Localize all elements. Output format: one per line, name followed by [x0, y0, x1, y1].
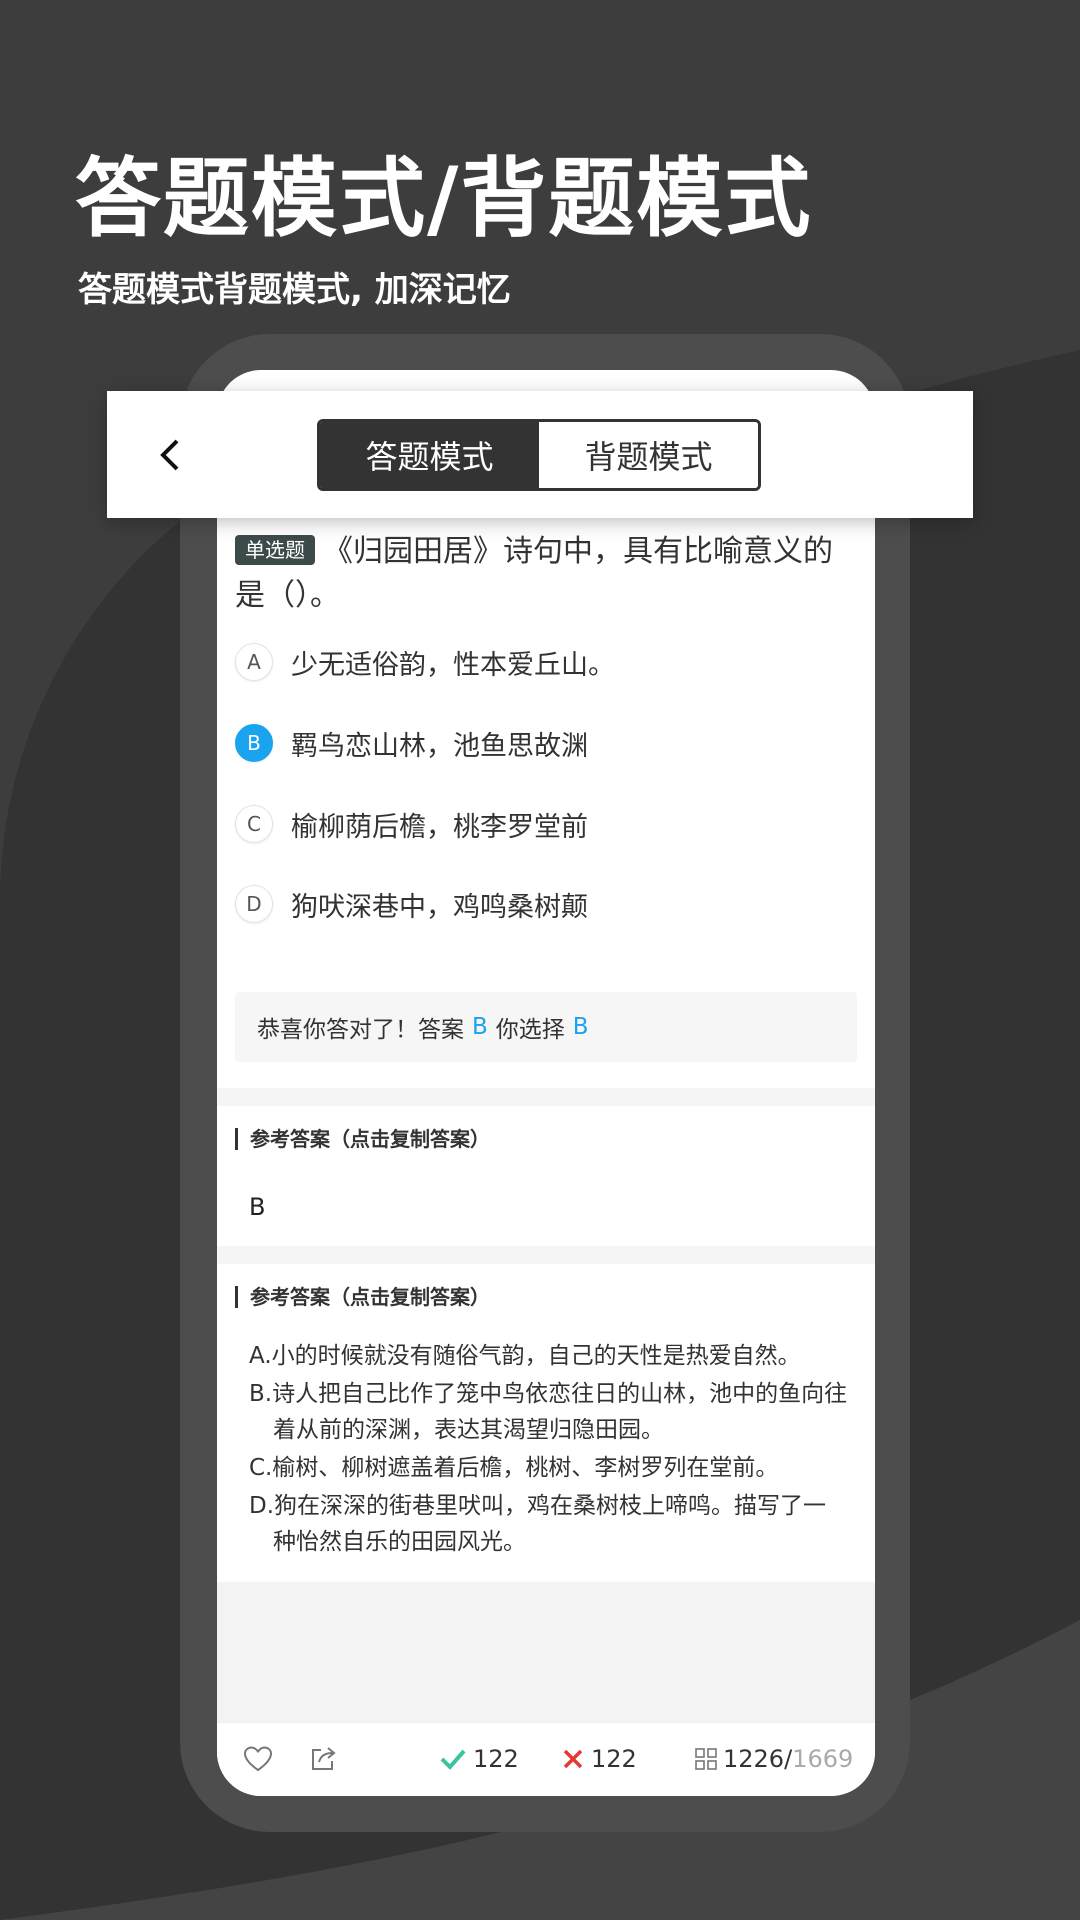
heart-icon [243, 1746, 273, 1772]
result-prefix: 恭喜你答对了！答案 [257, 1017, 464, 1043]
wrong-count: 122 [561, 1741, 637, 1777]
question-type-badge: 单选题 [235, 535, 315, 565]
favorite-button[interactable] [243, 1741, 273, 1777]
grid-icon [695, 1748, 717, 1770]
phone-screen: 单选题 《归园田居》诗句中，具有比喻意义的是（）。 A 少无适俗韵，性本爱丘山。 … [217, 370, 875, 1796]
option-text: 羁鸟恋山林，池鱼思故渊 [291, 730, 588, 762]
mode-switch: 答题模式 背题模式 [317, 419, 761, 491]
result-message: 恭喜你答对了！答案 B 你选择 B [235, 992, 857, 1062]
progress-total: 1669 [792, 1745, 854, 1773]
analysis-line: C.榆树、柳树遮盖着后檐，桃树、李树罗列在堂前。 [249, 1455, 779, 1481]
question-text-block: 单选题 《归园田居》诗句中，具有比喻意义的是（）。 [217, 530, 875, 618]
progress-indicator[interactable]: 1226/1669 [695, 1741, 853, 1777]
question-text: 《归园田居》诗句中，具有比喻意义的是（）。 [235, 534, 833, 613]
share-icon [312, 1747, 336, 1770]
tab-answer-mode[interactable]: 答题模式 [320, 422, 539, 488]
option-text: 少无适俗韵，性本爱丘山。 [291, 649, 615, 681]
option-b[interactable]: B 羁鸟恋山林，池鱼思故渊 [235, 723, 588, 763]
analysis-line: D.狗在深深的街巷里吠叫，鸡在桑树枝上啼鸣。描写了一种怡然自乐的田园风光。 [249, 1493, 827, 1555]
result-middle: 你选择 [495, 1017, 565, 1043]
section-divider [217, 1088, 875, 1106]
option-c[interactable]: C 榆柳荫后檐，桃李罗堂前 [235, 804, 588, 844]
result-answer: B [472, 1014, 488, 1040]
content-footer-spacer [217, 1582, 875, 1722]
back-button[interactable] [147, 431, 195, 479]
progress-current: 1226 [723, 1745, 785, 1773]
option-letter-circle: C [235, 805, 273, 843]
check-icon [440, 1749, 466, 1770]
analysis-line: B.诗人把自己比作了笼中鸟依恋往日的山林，池中的鱼向往着从前的深渊，表达其渴望归… [249, 1381, 848, 1443]
close-icon [563, 1749, 583, 1769]
question-area: 单选题 《归园田居》诗句中，具有比喻意义的是（）。 [217, 530, 875, 618]
correct-count: 122 [439, 1741, 519, 1777]
bottom-toolbar: 122 122 1226/1669 [217, 1722, 875, 1796]
mode-topbar: 答题模式 背题模式 [107, 391, 973, 518]
analysis-line: A.小的时候就没有随俗气韵，自己的天性是热爱自然。 [249, 1343, 801, 1369]
analysis-title[interactable]: 参考答案（点击复制答案） [235, 1286, 490, 1308]
option-text: 狗吠深巷中，鸡鸣桑树颠 [291, 891, 588, 923]
option-a[interactable]: A 少无适俗韵，性本爱丘山。 [235, 642, 615, 682]
result-chosen: B [572, 1014, 589, 1040]
reference-answer-title[interactable]: 参考答案（点击复制答案） [235, 1128, 490, 1150]
promo-subheadline: 答题模式背题模式, 加深记忆 [78, 270, 511, 310]
tab-review-mode[interactable]: 背题模式 [539, 422, 758, 488]
option-letter-circle: A [235, 643, 273, 681]
correct-count-value: 122 [473, 1745, 519, 1773]
progress-separator: / [784, 1745, 793, 1773]
reference-answer-value: B [249, 1193, 266, 1221]
chevron-left-icon [160, 439, 179, 471]
section-divider [217, 1246, 875, 1264]
option-letter-circle: D [235, 885, 273, 923]
share-button[interactable] [309, 1741, 337, 1777]
option-letter-circle: B [235, 724, 273, 762]
option-text: 榆柳荫后檐，桃李罗堂前 [291, 811, 588, 843]
promo-headline: 答题模式/背题模式 [75, 149, 813, 249]
option-d[interactable]: D 狗吠深巷中，鸡鸣桑树颠 [235, 884, 588, 924]
wrong-count-value: 122 [591, 1745, 637, 1773]
analysis-list: A.小的时候就没有随俗气韵，自己的天性是热爱自然。 B.诗人把自己比作了笼中鸟依… [249, 1338, 849, 1562]
